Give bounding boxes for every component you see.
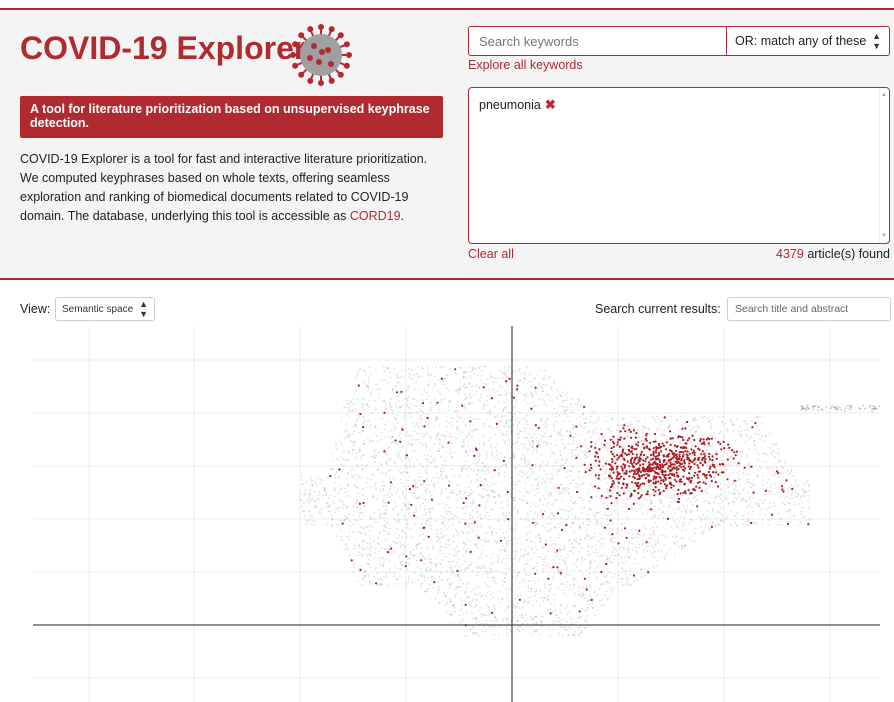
explore-keywords-link[interactable]: Explore all keywords (468, 58, 583, 72)
article-count-number: 4379 (776, 247, 804, 261)
semantic-space-plot[interactable] (0, 326, 894, 702)
description-end: . (400, 209, 405, 223)
header-bottom-rule (0, 278, 894, 280)
scroll-up-icon[interactable]: ▲ (881, 92, 887, 98)
view-select[interactable]: Semantic space ▲ ▼ (55, 297, 155, 321)
tagline-banner: A tool for literature prioritization bas… (20, 96, 443, 138)
scroll-down-icon[interactable]: ▼ (881, 233, 887, 239)
article-points (299, 365, 881, 637)
plot-grid (33, 326, 880, 702)
description: COVID-19 Explorer is a tool for fast and… (20, 150, 445, 226)
keyword-chip-label: pneumonia (479, 98, 541, 112)
search-results-label: Search current results: (595, 302, 721, 316)
keywords-scrollbar[interactable]: ▲ ▼ (879, 88, 889, 243)
search-results-input[interactable] (727, 297, 891, 321)
updown-arrows-icon: ▲ ▼ (872, 31, 881, 51)
article-count-label: article(s) found (803, 247, 890, 261)
view-select-value: Semantic space (62, 303, 134, 315)
match-mode-select[interactable]: OR: match any of these ▲ ▼ (726, 26, 890, 56)
close-icon[interactable]: ✖ (545, 97, 556, 113)
clear-all-link[interactable]: Clear all (468, 247, 514, 261)
view-label: View: (20, 302, 51, 316)
cord19-link[interactable]: CORD19 (350, 209, 401, 223)
match-mode-value: OR: match any of these (735, 34, 867, 48)
page-title: COVID-19 Explorer (20, 30, 307, 66)
updown-arrows-icon: ▲ ▼ (139, 299, 148, 319)
keyword-search-input[interactable] (468, 26, 726, 56)
article-count: 4379 article(s) found (776, 247, 890, 261)
keyword-chip: pneumonia ✖ (479, 97, 556, 113)
coronavirus-icon (290, 24, 352, 86)
selected-keywords-box[interactable]: pneumonia ✖ ▲ ▼ (468, 87, 890, 244)
